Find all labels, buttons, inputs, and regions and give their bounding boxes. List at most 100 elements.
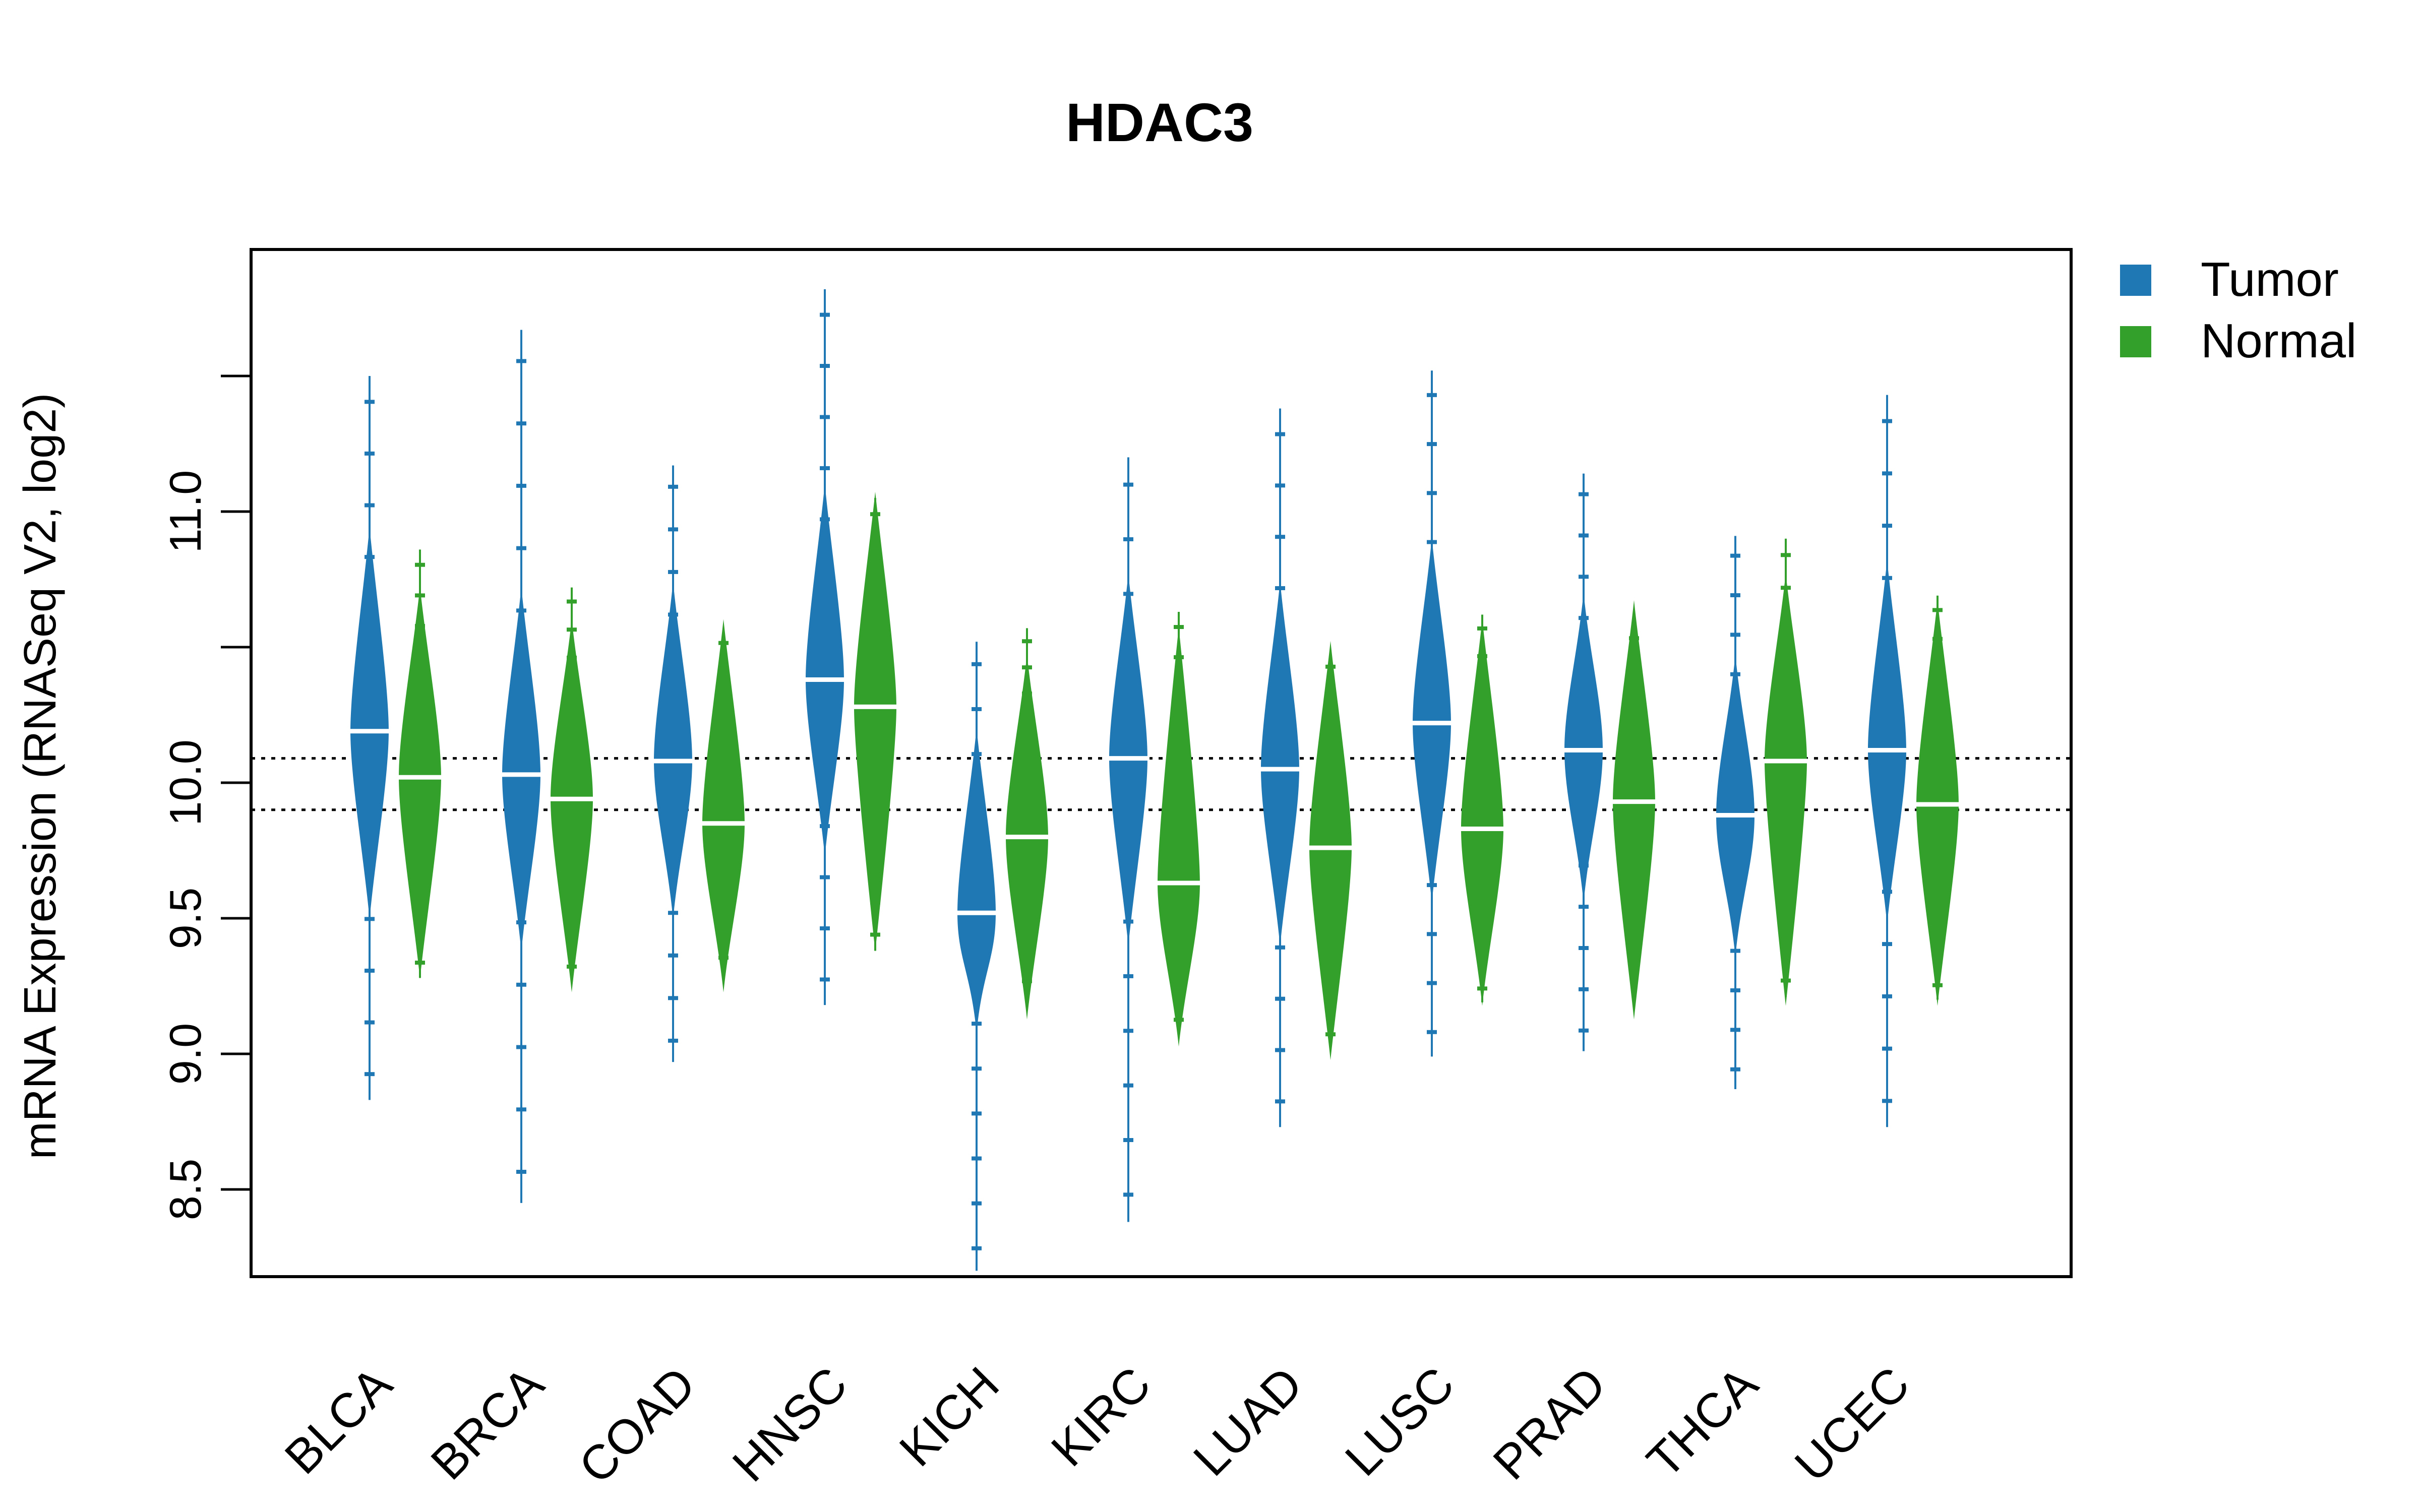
legend-label-tumor: Tumor xyxy=(2201,253,2339,306)
data-point xyxy=(1882,994,1892,998)
data-point xyxy=(1781,586,1791,590)
data-point xyxy=(820,312,830,317)
violin-chart: HDAC3 mRNA Expression (RNASeq V2, log2) … xyxy=(0,0,2420,1512)
data-point xyxy=(365,1072,375,1077)
data-point xyxy=(1022,979,1032,983)
data-point xyxy=(415,624,425,628)
data-point xyxy=(668,612,678,617)
data-point xyxy=(1730,909,1740,914)
data-point xyxy=(820,977,830,982)
data-point xyxy=(1730,593,1740,598)
data-point xyxy=(1325,692,1336,697)
data-point xyxy=(1275,637,1285,642)
data-point xyxy=(365,451,375,456)
data-point xyxy=(1123,1192,1133,1197)
data-point xyxy=(1730,1028,1740,1032)
data-point xyxy=(415,961,425,965)
data-point xyxy=(1477,959,1487,963)
data-point xyxy=(1427,1030,1437,1034)
data-point xyxy=(1275,432,1285,436)
data-point xyxy=(1275,535,1285,539)
data-point xyxy=(1882,419,1892,423)
data-point xyxy=(1730,553,1740,558)
data-point xyxy=(820,466,830,470)
data-point xyxy=(870,512,880,517)
data-point xyxy=(1629,968,1639,973)
data-point xyxy=(1730,949,1740,953)
data-point xyxy=(1579,987,1589,991)
data-point xyxy=(1781,553,1791,557)
data-point xyxy=(972,1066,982,1071)
data-point xyxy=(1882,471,1892,476)
data-point xyxy=(1427,981,1437,985)
data-point xyxy=(567,599,577,604)
data-point xyxy=(1022,691,1032,696)
data-point xyxy=(516,421,526,426)
data-point xyxy=(1781,946,1791,950)
data-point xyxy=(1174,1018,1184,1022)
data-point xyxy=(1275,586,1285,590)
data-point xyxy=(516,483,526,488)
data-point xyxy=(1579,946,1589,950)
data-point xyxy=(1477,654,1487,658)
data-point xyxy=(1579,575,1589,579)
data-point xyxy=(1275,945,1285,950)
data-point xyxy=(1477,986,1487,991)
data-point xyxy=(718,931,729,936)
data-point xyxy=(1427,540,1437,544)
data-point xyxy=(1123,1083,1133,1088)
y-tick-label: 9.0 xyxy=(160,1023,210,1085)
data-point xyxy=(1123,537,1133,541)
data-point xyxy=(668,953,678,958)
data-point xyxy=(516,608,526,613)
data-point xyxy=(516,1107,526,1112)
data-point xyxy=(1123,1138,1133,1143)
data-point xyxy=(1174,655,1184,659)
data-point xyxy=(972,976,982,981)
data-point xyxy=(1427,442,1437,447)
data-point xyxy=(516,982,526,987)
data-point xyxy=(1730,672,1740,676)
data-point xyxy=(870,900,880,905)
data-point xyxy=(1579,905,1589,909)
data-point xyxy=(820,824,830,829)
data-point xyxy=(718,956,729,960)
data-point xyxy=(1781,618,1791,623)
data-point xyxy=(972,662,982,666)
data-point xyxy=(1427,932,1437,936)
data-point xyxy=(1882,524,1892,528)
data-point xyxy=(718,641,729,645)
data-point xyxy=(820,926,830,930)
data-point xyxy=(365,968,375,973)
data-point xyxy=(668,484,678,489)
legend-swatch-normal xyxy=(2120,326,2151,357)
data-point xyxy=(870,932,880,937)
data-point xyxy=(1932,983,1943,987)
data-point xyxy=(1882,890,1892,894)
data-point xyxy=(1275,894,1285,898)
data-point xyxy=(870,544,880,549)
y-tick-label: 10.0 xyxy=(160,739,210,826)
data-point xyxy=(1579,492,1589,496)
data-point xyxy=(516,546,526,550)
data-point xyxy=(1022,665,1032,670)
data-point xyxy=(567,964,577,969)
data-point xyxy=(1730,1067,1740,1072)
data-point xyxy=(365,1020,375,1025)
data-point xyxy=(1123,919,1133,924)
data-point xyxy=(516,920,526,925)
data-point xyxy=(1427,393,1437,397)
data-point xyxy=(1325,664,1336,669)
data-point xyxy=(1932,954,1943,959)
data-point xyxy=(1275,996,1285,1001)
data-point xyxy=(1427,589,1437,593)
data-point xyxy=(1123,1029,1133,1033)
data-point xyxy=(668,996,678,1000)
data-point xyxy=(1022,639,1032,644)
data-point xyxy=(365,555,375,559)
data-point xyxy=(1325,1032,1336,1037)
data-point xyxy=(1781,978,1791,983)
data-point xyxy=(365,400,375,404)
data-point xyxy=(1174,625,1184,629)
data-point xyxy=(1123,592,1133,596)
